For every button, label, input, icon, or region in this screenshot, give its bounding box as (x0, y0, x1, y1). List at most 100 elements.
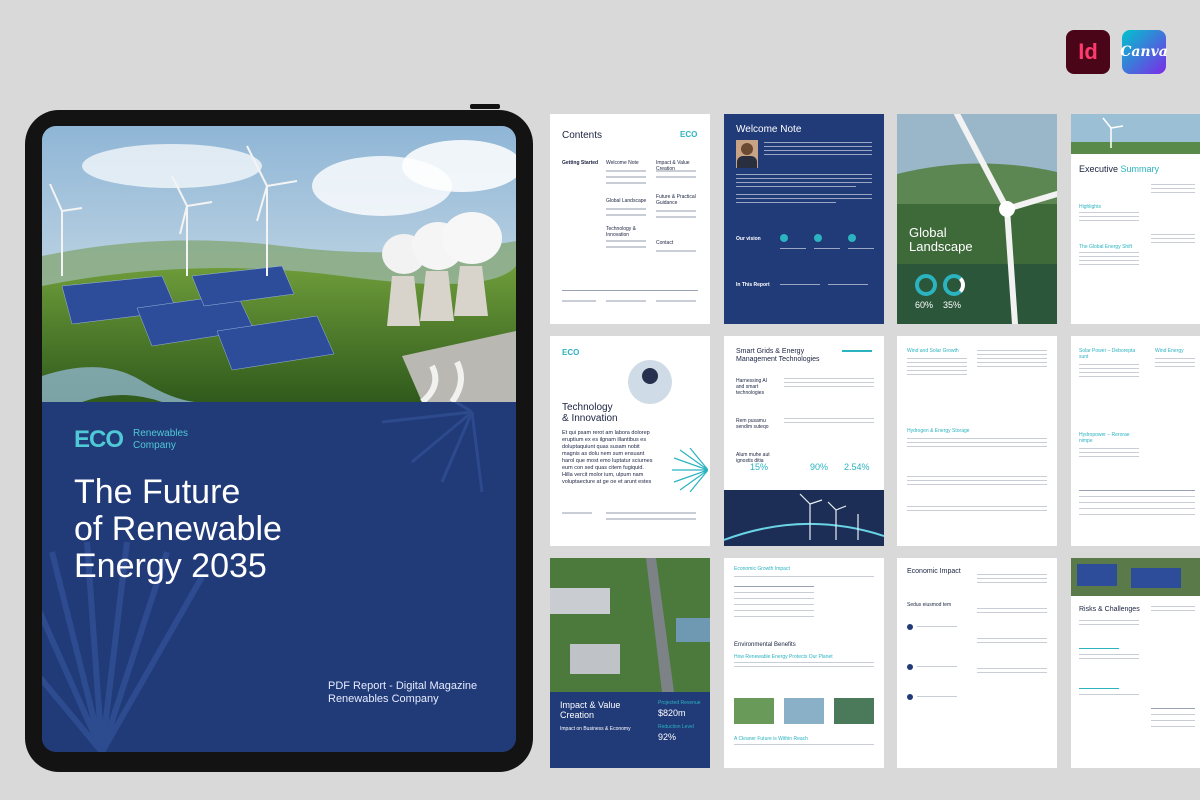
table-line (1079, 508, 1195, 509)
text-line (977, 638, 1047, 639)
text-line (977, 354, 1047, 355)
portrait-photo (736, 140, 758, 168)
page-smart-grids: Smart Grids & Energy Management Technolo… (724, 336, 884, 546)
text-line (977, 642, 1047, 643)
divider (562, 290, 698, 291)
text-line (764, 154, 872, 155)
welcome-title: Welcome Note (736, 124, 802, 135)
smartgrids-title-line1: Smart Grids & Energy (736, 348, 805, 355)
text-line (1079, 252, 1139, 253)
text-line (907, 480, 1047, 481)
text-line (1151, 610, 1195, 611)
page-contents: Contents ECO Getting Started Welcome Not… (550, 114, 710, 324)
toc-line (606, 246, 646, 248)
text-line (1151, 188, 1195, 189)
text-line (1079, 376, 1139, 377)
text-line (780, 248, 806, 249)
smartgrids-left-1: Harnessing AI and smart technologies (736, 378, 768, 396)
text-line (907, 476, 1047, 477)
toc-line (606, 240, 646, 242)
page-wind-solar: Wind and Solar Growth Hydrogen & Energy … (897, 336, 1057, 546)
text-line (977, 668, 1047, 669)
text-line (917, 666, 957, 667)
smartgrids-title: Smart Grids & Energy Management Technolo… (736, 348, 820, 364)
text-line (907, 366, 967, 367)
technology-title-line2: & Innovation (562, 413, 618, 424)
company-name: Renewables Company (133, 428, 188, 452)
cover-page: ECO Renewables Company The Future of Ren… (42, 126, 516, 752)
impact-title-line1: Impact & Value (560, 700, 621, 710)
global-title-line1: Global (909, 225, 947, 240)
executive-title-main: Executive (1079, 164, 1119, 174)
smartgrids-title-line2: Management Technologies (736, 356, 820, 363)
table-line (1079, 490, 1195, 491)
text-line (656, 300, 696, 302)
bullet-icon (907, 694, 913, 700)
technology-body: Et qui psam rerot am labora dolorep erup… (562, 430, 653, 485)
table-line (1079, 502, 1195, 503)
text-line (1155, 366, 1195, 367)
table-line (734, 610, 814, 611)
smartgrids-left-2: Rem pusamu sendim suteqo (736, 418, 769, 430)
text-line (907, 484, 1047, 485)
text-line (764, 150, 872, 151)
text-line (1151, 184, 1195, 185)
table-line (734, 604, 814, 605)
toc-line (606, 176, 646, 178)
text-line (907, 442, 1047, 443)
text-line (977, 366, 1047, 367)
toc-line (606, 208, 646, 210)
text-line (907, 510, 1047, 511)
highlights-label: Highlights (1079, 204, 1101, 210)
technology-title: Technology & Innovation (562, 402, 618, 424)
text-line (977, 608, 1047, 609)
contents-section-7: Contact (656, 240, 674, 246)
text-line (1079, 648, 1119, 649)
robot-head (642, 368, 658, 384)
smartgrids-stat-2: 90% (810, 462, 829, 472)
text-line (848, 248, 874, 249)
cleaner-future-heading: A Cleaner Future is Within Reach (734, 736, 808, 742)
cover-panel: ECO Renewables Company The Future of Ren… (42, 402, 516, 752)
text-line (764, 146, 872, 147)
text-line (736, 198, 872, 199)
text-line (784, 422, 874, 423)
table-line (734, 592, 814, 593)
text-line (1079, 624, 1139, 625)
page-global-landscape: Global Landscape 60% 35% (897, 114, 1057, 324)
toc-line (656, 210, 696, 212)
text-line (784, 382, 874, 383)
global-stat-2: 35% (943, 300, 962, 310)
accent-line (842, 350, 872, 352)
page-economic-impact: Economic Impact Sedus eiusmod tem (897, 558, 1057, 768)
contents-section-6: Future & Practical Guidance (656, 194, 696, 206)
text-line (907, 438, 1047, 439)
text-line (907, 370, 967, 371)
hydrogen-heading: Hydrogen & Energy Storage (907, 428, 970, 434)
cover-subtitle: PDF Report - Digital Magazine Renewables… (328, 680, 477, 706)
global-stat-1: 60% (915, 300, 934, 310)
wind-heading: Wind Energy (1155, 348, 1184, 354)
text-line (736, 174, 872, 175)
canva-icon: Canva (1120, 30, 1168, 74)
cover-title-line2: of Renewable (74, 510, 282, 548)
toc-line (606, 170, 646, 172)
environmental-heading: Environmental Benefits (734, 642, 796, 648)
table-line (734, 598, 814, 599)
text-line (907, 362, 967, 363)
impact-title-line2: Creation (560, 710, 595, 720)
protects-planet-heading: How Renewable Energy Protects Our Planet (734, 654, 833, 660)
impact-stat-1-label: Projected Revenue (658, 700, 701, 706)
executive-title-accent: Summary (1120, 164, 1160, 174)
field-photo (784, 698, 824, 724)
text-line (1079, 364, 1139, 365)
cover-subtitle-line2: Renewables Company (328, 693, 439, 705)
text-line (1079, 256, 1139, 257)
forest-photo (834, 698, 874, 724)
table-line (1151, 720, 1195, 721)
smartgrids-stat-1: 15% (750, 462, 769, 472)
text-line (734, 662, 874, 663)
text-line (1155, 362, 1195, 363)
text-line (1079, 452, 1139, 453)
text-line (977, 574, 1047, 575)
